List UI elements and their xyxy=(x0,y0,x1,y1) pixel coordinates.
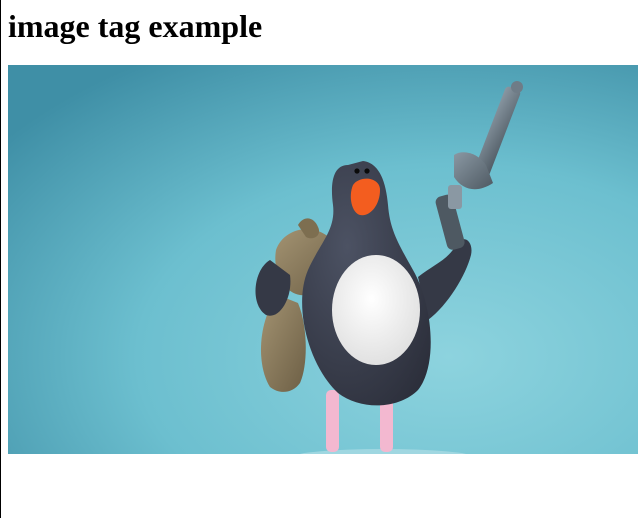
penguin-photo-illustration xyxy=(8,65,638,454)
penguin-eye-right xyxy=(364,168,370,174)
penguin-eye-left xyxy=(354,168,360,174)
page-left-border xyxy=(0,0,1,518)
page-heading: image tag example xyxy=(8,8,263,44)
penguin-belly xyxy=(332,255,420,365)
penguin-photo xyxy=(8,65,638,454)
